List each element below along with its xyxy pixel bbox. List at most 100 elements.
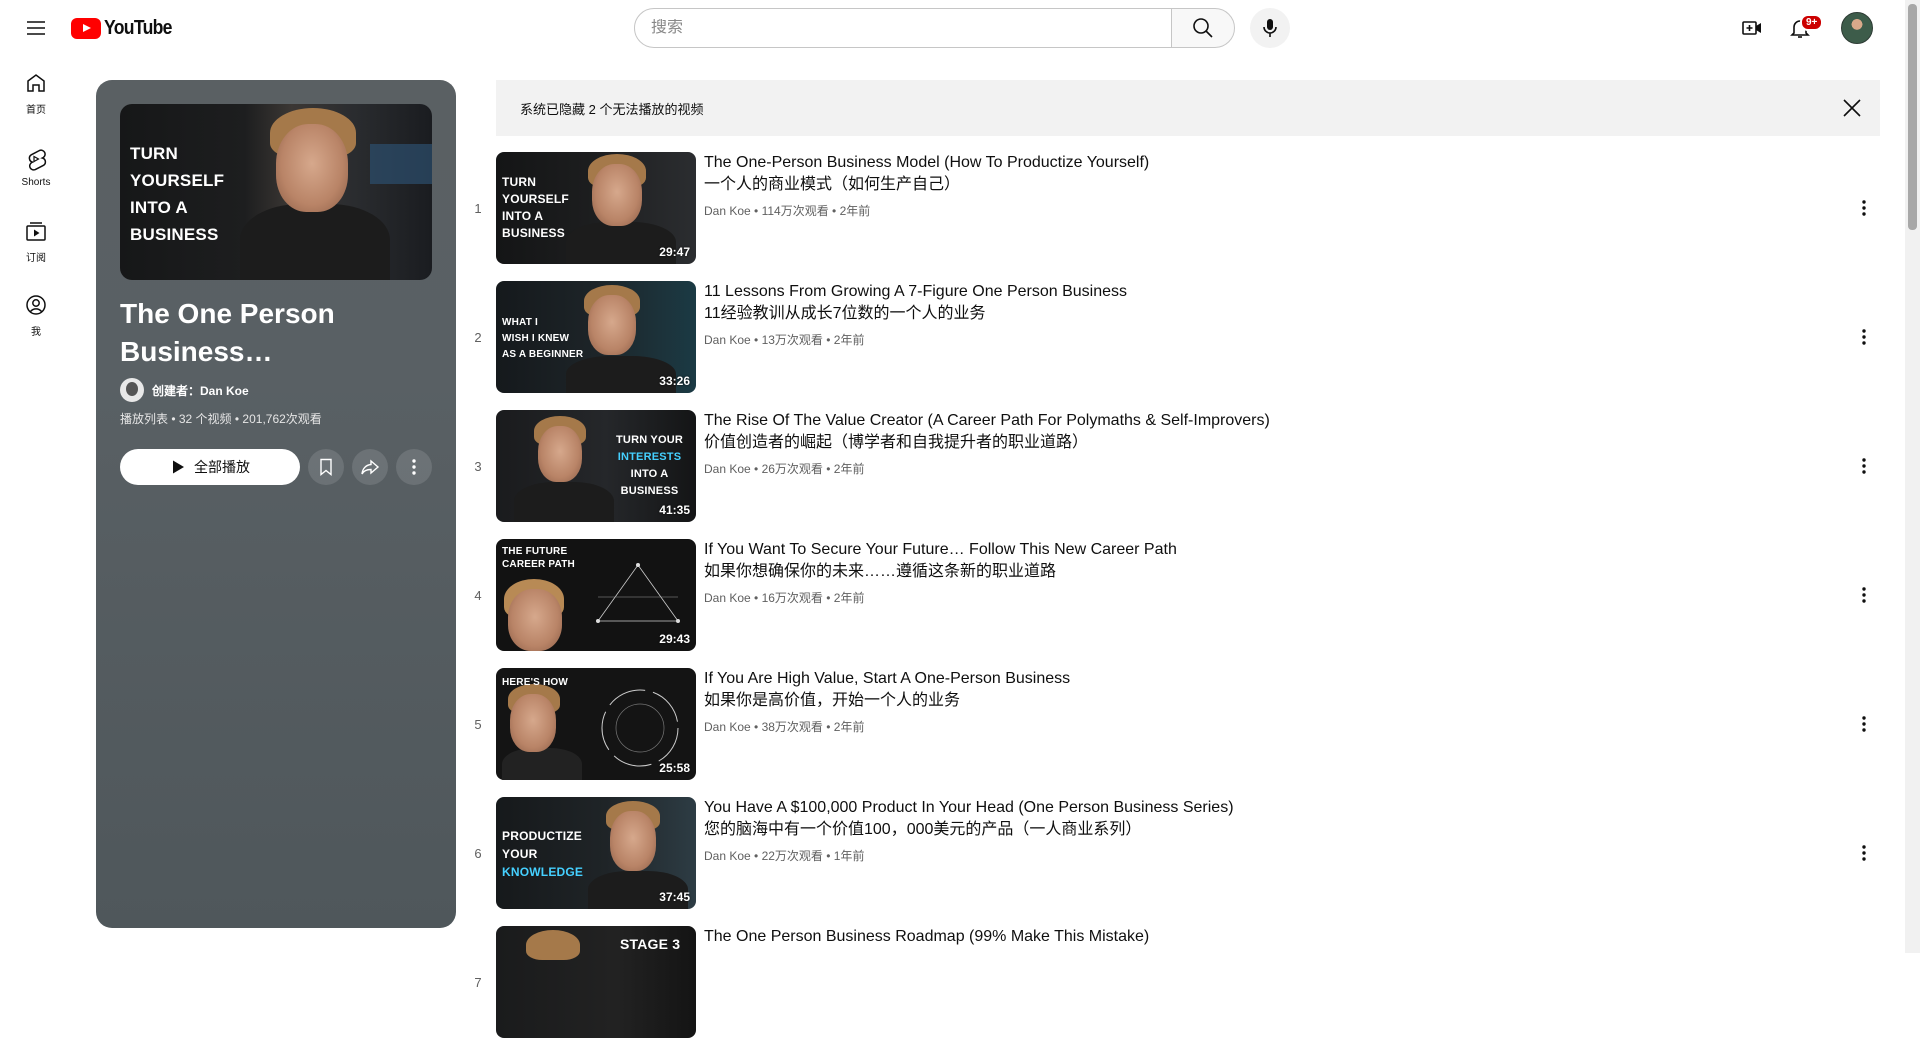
dismiss-notice-button[interactable] [1836,92,1868,124]
video-duration: 33:26 [659,374,690,388]
video-details: You Have A $100,000 Product In Your Head… [704,797,1784,864]
voice-search-button[interactable] [1250,8,1290,48]
search-icon [1193,18,1213,38]
career-path-diagram [596,563,680,623]
video-index: 4 [474,587,482,603]
share-button[interactable] [352,449,388,485]
video-index: 1 [474,200,482,216]
video-title[interactable]: If You Want To Secure Your Future… Follo… [704,539,1784,561]
video-translated-title[interactable]: 11经验教训从成长7位数的一个人的业务 [704,303,1784,325]
guide-label: Shorts [21,176,51,188]
video-thumbnail[interactable]: THE FUTURE CAREER PATH 29:43 [496,539,696,651]
guide-item-you[interactable]: 我 [4,278,68,352]
play-all-label: 全部播放 [194,459,250,475]
notifications-button[interactable]: 9+ [1780,8,1824,48]
logo-text: YouTube [104,17,172,39]
video-thumbnail[interactable]: HERE'S HOW 25:58 [496,668,696,780]
subscriptions-icon [26,221,46,241]
video-index: 7 [474,974,482,990]
more-vertical-icon [1862,845,1866,861]
video-details: 11 Lessons From Growing A 7-Figure One P… [704,281,1784,348]
video-meta: Dan Koe • 16万次观看 • 2年前 [704,591,865,605]
search-button[interactable] [1171,8,1235,48]
search-box [634,8,1172,48]
playlist-thumbnail[interactable]: TURN YOURSELF INTO A BUSINESS [120,104,432,280]
microphone-icon [1263,19,1277,37]
more-actions-button[interactable] [396,449,432,485]
home-icon [27,73,45,92]
create-button[interactable] [1732,8,1772,48]
playlist-video-row[interactable]: 5 HERE'S HOW 25:58 If You Are High Value… [464,668,1884,797]
notification-count-badge: 9+ [1800,14,1824,31]
account-avatar[interactable] [1841,12,1873,44]
youtube-logo[interactable]: YouTube [71,17,181,40]
video-details: If You Are High Value, Start A One-Perso… [704,668,1784,735]
more-vertical-icon [1862,329,1866,345]
video-title[interactable]: If You Are High Value, Start A One-Perso… [704,668,1784,690]
playlist-video-row[interactable]: 1 TURN YOURSELF INTO A BUSINESS 29:47 The O… [464,152,1884,281]
video-index: 3 [474,458,482,474]
video-menu-button[interactable] [1844,188,1884,228]
thumb-caption: WHAT I WISH I KNEW AS A BEGINNER [502,317,584,360]
owner-name[interactable]: 创建者：Dan Koe [152,382,249,399]
playlist-video-row[interactable]: 4 THE FUTURE CAREER PATH 29:43 If You Wan… [464,539,1884,668]
video-translated-title[interactable]: 一个人的商业模式（如何生产自己） [704,174,1784,196]
page-scrollbar[interactable] [1905,0,1920,953]
playlist-video-row[interactable]: 7 STAGE 3 The One Person Business Roadma… [464,926,1884,1055]
save-playlist-button[interactable] [308,449,344,485]
thumb-caption: TURN YOURSELF INTO A BUSINESS [502,175,569,240]
scrollbar-thumb[interactable] [1908,4,1917,230]
guide-item-subscriptions[interactable]: 订阅 [4,204,68,278]
video-title[interactable]: The One-Person Business Model (How To Pr… [704,152,1784,174]
video-translated-title[interactable]: 如果你想确保你的未来……遵循这条新的职业道路 [704,561,1784,583]
playlist-title: The One Person Business… [120,298,335,367]
video-thumbnail[interactable]: WHAT I WISH I KNEW AS A BEGINNER 33:26 [496,281,696,393]
youtube-play-icon [71,18,101,39]
close-icon [1843,99,1861,117]
search-input[interactable] [651,19,1171,37]
video-menu-button[interactable] [1844,575,1884,615]
video-menu-button[interactable] [1844,446,1884,486]
video-menu-button[interactable] [1844,704,1884,744]
video-duration: 29:43 [659,632,690,646]
playlist-owner[interactable]: 创建者：Dan Koe [120,378,249,402]
video-title[interactable]: 11 Lessons From Growing A 7-Figure One P… [704,281,1784,303]
video-thumbnail[interactable]: TURN YOUR INTERESTS INTO A BUSINESS 41:35 [496,410,696,522]
video-duration: 29:47 [659,245,690,259]
guide-label: 我 [31,326,41,338]
video-thumbnail[interactable]: TURN YOURSELF INTO A BUSINESS 29:47 [496,152,696,264]
video-title[interactable]: The Rise Of The Value Creator (A Career … [704,410,1784,432]
playlist-video-row[interactable]: 3 TURN YOUR INTERESTS INTO A BUSINESS 41:35… [464,410,1884,539]
video-thumbnail[interactable]: PRODUCTIZE YOUR KNOWLEDGE 37:45 [496,797,696,909]
video-title[interactable]: You Have A $100,000 Product In Your Head… [704,797,1784,819]
video-translated-title[interactable]: 价值创造者的崛起（博学者和自我提升者的职业道路） [704,432,1784,454]
video-details: The Rise Of The Value Creator (A Career … [704,410,1784,477]
thumb-caption: TURN YOUR INTERESTS INTO A BUSINESS [616,434,683,497]
video-translated-title[interactable]: 如果你是高价值，开始一个人的业务 [704,690,1784,712]
video-title[interactable]: The One Person Business Roadmap (99% Mak… [704,926,1784,948]
playlist-video-row[interactable]: 6 PRODUCTIZE YOUR KNOWLEDGE 37:45 You Have… [464,797,1884,926]
shorts-icon [28,148,47,171]
video-thumbnail[interactable]: STAGE 3 [496,926,696,1038]
playlist-actions: 全部播放 [120,449,432,485]
play-icon [173,460,184,474]
playlist-stats: 播放列表 • 32 个视频 • 201,762次观看 [120,412,322,426]
thumb-caption: HERE'S HOW [502,677,569,688]
video-menu-button[interactable] [1844,833,1884,873]
video-meta: Dan Koe • 22万次观看 • 1年前 [704,849,865,863]
video-menu-button[interactable] [1844,317,1884,357]
video-translated-title[interactable]: 您的脑海中有一个价值100，000美元的产品（一人商业系列） [704,819,1784,841]
owner-avatar[interactable] [120,378,144,402]
more-vertical-icon [1862,200,1866,216]
thumb-caption: STAGE 3 [620,936,681,952]
thumb-caption: PRODUCTIZE YOUR KNOWLEDGE [502,829,584,879]
guide-menu-button[interactable] [16,8,56,48]
play-all-button[interactable]: 全部播放 [120,449,300,485]
guide-label: 首页 [26,104,46,116]
guide-item-shorts[interactable]: Shorts [4,130,68,204]
guide-item-home[interactable]: 首页 [4,56,68,130]
hamburger-icon [27,21,45,35]
playlist-video-row[interactable]: 2 WHAT I WISH I KNEW AS A BEGINNER 33:26 1… [464,281,1884,410]
notice-text: 系统已隐藏 2 个无法播放的视频 [520,101,704,117]
create-video-icon [1742,21,1761,35]
